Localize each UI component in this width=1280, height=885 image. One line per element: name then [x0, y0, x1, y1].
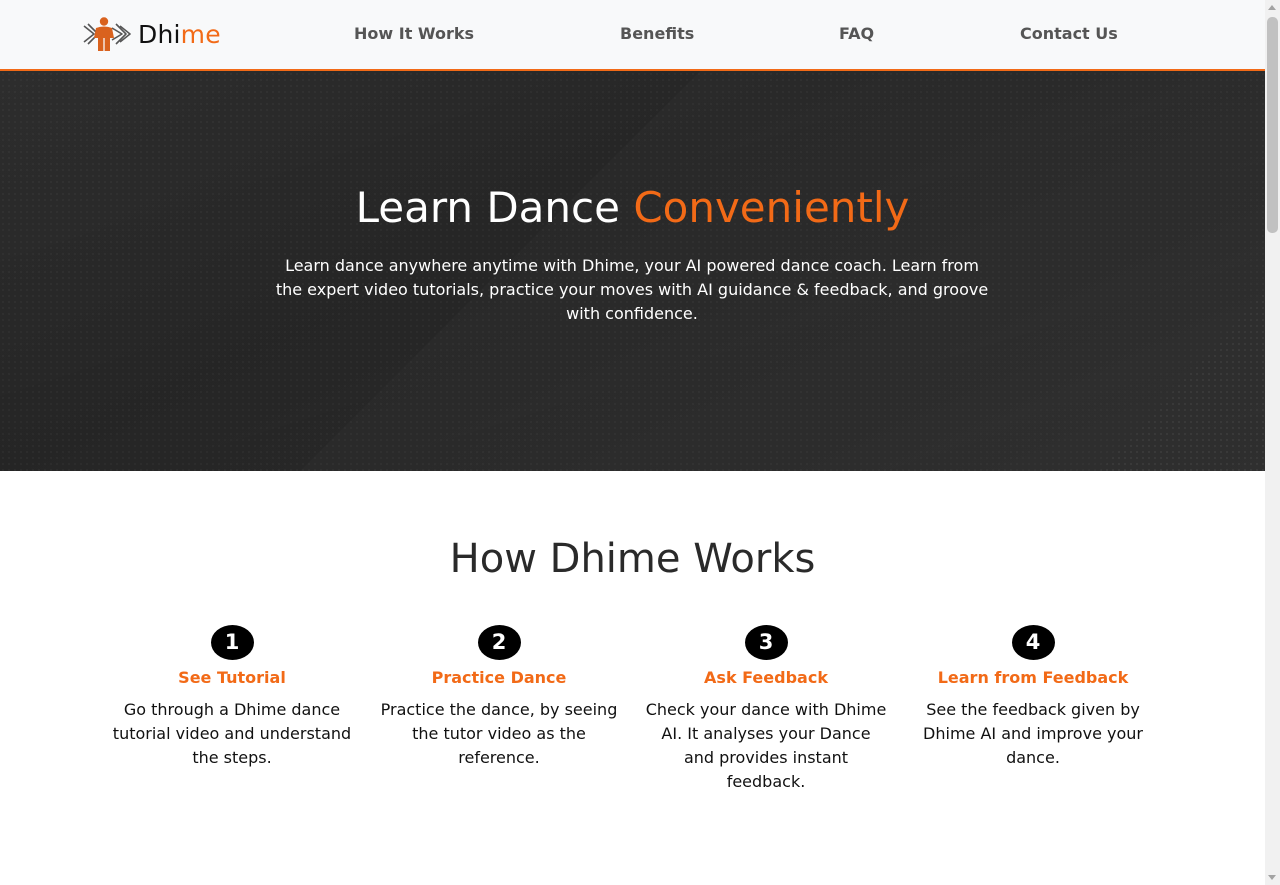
step-description: See the feedback given by Dhime AI and i… — [923, 700, 1143, 767]
brand-name-part2: me — [180, 19, 221, 49]
nav-link-benefits[interactable]: Benefits — [620, 24, 694, 44]
nav-link-how-it-works[interactable]: How It Works — [354, 24, 474, 44]
step-number-badge: 1 — [210, 625, 254, 660]
step-card: 2 Practice Dance Practice the dance, by … — [369, 625, 629, 770]
step-card: 4 Learn from Feedback See the feedback g… — [903, 625, 1163, 770]
brand-name: Dhime — [138, 22, 221, 47]
how-it-works-title: How Dhime Works — [449, 536, 816, 582]
nav-link-contact-us[interactable]: Contact Us — [1020, 24, 1118, 44]
scroll-down-arrow-icon[interactable] — [1268, 875, 1276, 880]
step-description: Go through a Dhime dance tutorial video … — [112, 700, 352, 767]
step-title: See Tutorial — [178, 668, 286, 687]
step-card: 3 Ask Feedback Check your dance with Dhi… — [636, 625, 896, 794]
step-description: Practice the dance, by seeing the tutor … — [380, 700, 618, 767]
hero-title-accent: Conveniently — [633, 183, 910, 232]
step-number-badge: 4 — [1011, 625, 1055, 660]
step-title: Practice Dance — [431, 668, 567, 687]
step-number-badge: 2 — [477, 625, 521, 660]
navbar: Dhime How It Works Benefits FAQ Contact … — [0, 0, 1265, 71]
step-number-badge: 3 — [744, 625, 788, 660]
step-title: Ask Feedback — [704, 668, 828, 687]
brand-name-part1: Dhi — [138, 19, 181, 49]
step-description: Check your dance with Dhime AI. It analy… — [645, 700, 887, 791]
step-card: 1 See Tutorial Go through a Dhime dance … — [102, 625, 362, 770]
hero-description: Learn dance anywhere anytime with Dhime,… — [275, 256, 989, 323]
dancer-logo-icon — [83, 17, 131, 51]
scrollbar-thumb[interactable] — [1267, 17, 1278, 233]
page-scrollbar[interactable] — [1265, 0, 1280, 885]
brand-logo-link[interactable]: Dhime — [82, 16, 221, 52]
nav-link-faq[interactable]: FAQ — [839, 24, 874, 44]
hero-title: Learn Dance Conveniently — [0, 183, 1265, 233]
hero-title-plain: Learn Dance — [355, 183, 634, 232]
scroll-up-arrow-icon[interactable] — [1268, 5, 1276, 10]
step-title: Learn from Feedback — [937, 668, 1129, 687]
hero-section: Learn Dance Conveniently Learn dance any… — [0, 71, 1265, 471]
